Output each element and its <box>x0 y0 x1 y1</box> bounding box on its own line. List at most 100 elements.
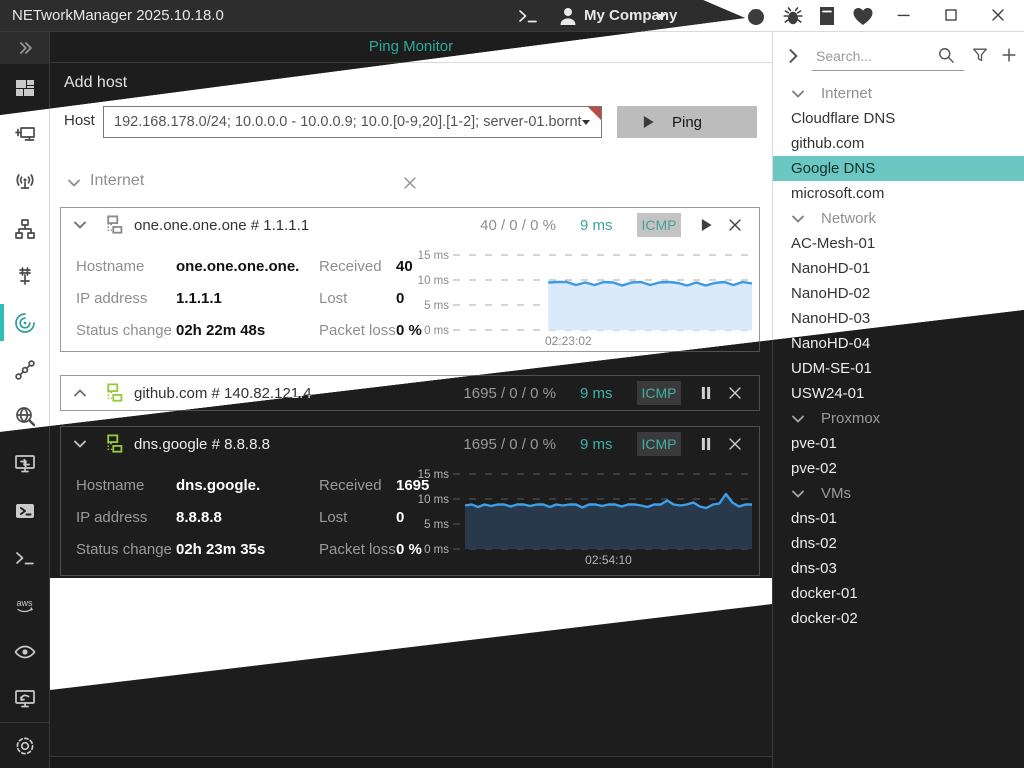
network-interface-icon <box>13 123 37 147</box>
combobox-caret-down-icon[interactable] <box>582 120 590 125</box>
panel-group-internet[interactable]: Internet <box>773 81 1024 106</box>
protocol-badge: ICMP <box>637 432 681 456</box>
ping-monitor-icon <box>13 311 37 335</box>
sidebar-item-network-interface[interactable] <box>0 111 49 158</box>
received-label: Received <box>319 258 382 275</box>
documentation-icon[interactable] <box>815 4 839 28</box>
minimize-button[interactable] <box>894 5 918 29</box>
settings-button[interactable] <box>0 722 49 768</box>
panel-item-pve-02[interactable]: pve-02 <box>773 456 1024 481</box>
panel-item-udm-se-01[interactable]: UDM-SE-01 <box>773 356 1024 381</box>
sidebar-item-ip-scanner[interactable] <box>0 205 49 252</box>
host-card-header[interactable]: github.com # 140.82.121.4 1695 / 0 / 0 %… <box>61 376 759 410</box>
host-status-icon <box>101 382 124 405</box>
status-change-value: 02h 22m 48s <box>176 322 265 339</box>
panel-collapse-icon[interactable] <box>783 46 803 66</box>
close-host-icon[interactable] <box>725 215 745 235</box>
close-host-icon[interactable] <box>725 383 745 403</box>
ip-scanner-icon <box>13 217 37 241</box>
profiles-panel: InternetCloudflare DNSgithub.comGoogle D… <box>772 32 1024 768</box>
host-card-header[interactable]: one.one.one.one # 1.1.1.1 40 / 0 / 0 % 9… <box>61 208 759 242</box>
hostname-value: dns.google. <box>176 477 260 494</box>
pause-icon[interactable] <box>697 435 715 453</box>
ping-button[interactable]: Ping <box>617 106 757 138</box>
search-icon[interactable] <box>936 45 956 65</box>
sidebar-item-powershell[interactable] <box>0 487 49 534</box>
chevron-down-icon[interactable] <box>70 434 90 454</box>
search-input[interactable] <box>812 42 934 64</box>
sidebar-item-port-scanner[interactable] <box>0 252 49 299</box>
add-profile-icon[interactable] <box>999 45 1019 65</box>
group-close-icon[interactable] <box>64 173 756 193</box>
svg-text:15 ms: 15 ms <box>418 469 450 481</box>
panel-group-vms[interactable]: VMs <box>773 481 1024 506</box>
chevron-down-icon[interactable] <box>70 215 90 235</box>
resume-icon[interactable] <box>697 216 715 234</box>
maximize-button[interactable] <box>941 5 965 29</box>
received-label: Received <box>319 477 382 494</box>
panel-item-ac-mesh-01[interactable]: AC-Mesh-01 <box>773 231 1024 256</box>
host-input[interactable] <box>104 107 582 137</box>
bug-report-icon[interactable] <box>781 4 805 28</box>
sidebar-item-dns-lookup[interactable] <box>0 393 49 440</box>
host-combobox <box>103 106 602 138</box>
close-host-icon[interactable] <box>725 434 745 454</box>
panel-group-network[interactable]: Network <box>773 206 1024 231</box>
svg-text:0 ms: 0 ms <box>424 325 449 337</box>
panel-item-docker-01[interactable]: docker-01 <box>773 581 1024 606</box>
panel-item-nanohd-04[interactable]: NanoHD-04 <box>773 331 1024 356</box>
sidebar-item-traceroute[interactable] <box>0 346 49 393</box>
host-card-body: Hostname one.one.one.one. IP address 1.1… <box>61 242 759 352</box>
ping-time-chart: 15 ms10 ms5 ms0 ms02:54:10 <box>415 464 759 568</box>
host-latency: 9 ms <box>580 385 635 402</box>
sidebar-item-aws[interactable]: aws <box>0 581 49 628</box>
svg-text:10 ms: 10 ms <box>418 275 450 287</box>
sidebar-expand-button[interactable] <box>0 32 49 64</box>
panel-item-pve-01[interactable]: pve-01 <box>773 431 1024 456</box>
panel-item-cloudflare-dns[interactable]: Cloudflare DNS <box>773 106 1024 131</box>
sidebar-item-terminal[interactable] <box>0 534 49 581</box>
chevron-up-icon[interactable] <box>70 383 90 403</box>
panel-item-docker-02[interactable]: docker-02 <box>773 606 1024 631</box>
panel-item-usw24-01[interactable]: USW24-01 <box>773 381 1024 406</box>
panel-item-google-dns[interactable]: Google DNS <box>773 156 1024 181</box>
sponsor-heart-icon[interactable] <box>851 4 875 28</box>
host-card-header[interactable]: dns.google # 8.8.8.8 1695 / 0 / 0 % 9 ms… <box>61 427 759 461</box>
panel-item-dns-01[interactable]: dns-01 <box>773 506 1024 531</box>
panel-item-nanohd-01[interactable]: NanoHD-01 <box>773 256 1024 281</box>
sidebar-item-dashboard[interactable] <box>0 64 49 111</box>
protocol-badge: ICMP <box>637 213 681 237</box>
profile-caret-down-icon[interactable] <box>656 14 666 20</box>
panel-item-nanohd-02[interactable]: NanoHD-02 <box>773 281 1024 306</box>
panel-group-proxmox[interactable]: Proxmox <box>773 406 1024 431</box>
svg-text:15 ms: 15 ms <box>418 250 450 262</box>
sidebar-item-watcher[interactable] <box>0 628 49 675</box>
sidebar-item-remote-desktop[interactable] <box>0 440 49 487</box>
filter-icon[interactable] <box>970 45 990 65</box>
panel-item-microsoft-com[interactable]: microsoft.com <box>773 181 1024 206</box>
host-title: dns.google # 8.8.8.8 <box>134 436 270 453</box>
profiles-panel-header <box>773 32 1024 80</box>
hostname-value: one.one.one.one. <box>176 258 299 275</box>
close-button[interactable] <box>988 5 1012 29</box>
chevrons-right-icon <box>15 38 35 58</box>
panel-item-github-com[interactable]: github.com <box>773 131 1024 156</box>
github-icon[interactable] <box>744 4 768 28</box>
titlebar: NETworkManager 2025.10.18.0 My Company <box>0 0 1024 32</box>
ping-time-chart: 15 ms10 ms5 ms0 ms02:23:02 <box>415 245 759 349</box>
ip-value: 1.1.1.1 <box>176 290 222 307</box>
remote-desktop-icon <box>13 452 37 476</box>
pause-icon[interactable] <box>697 384 715 402</box>
sidebar-item-screen-share[interactable] <box>0 675 49 722</box>
panel-item-nanohd-03[interactable]: NanoHD-03 <box>773 306 1024 331</box>
host-card-github.com: github.com # 140.82.121.4 1695 / 0 / 0 %… <box>60 375 760 411</box>
sidebar-item-ping-monitor[interactable] <box>0 299 49 346</box>
sidebar-item-wifi[interactable] <box>0 158 49 205</box>
host-latency: 9 ms <box>580 436 635 453</box>
panel-item-dns-02[interactable]: dns-02 <box>773 531 1024 556</box>
quick-terminal-icon[interactable] <box>516 4 540 28</box>
svg-text:10 ms: 10 ms <box>418 494 450 506</box>
panel-item-dns-03[interactable]: dns-03 <box>773 556 1024 581</box>
host-stats: 1695 / 0 / 0 % <box>426 436 556 453</box>
svg-text:02:54:10: 02:54:10 <box>585 553 632 567</box>
